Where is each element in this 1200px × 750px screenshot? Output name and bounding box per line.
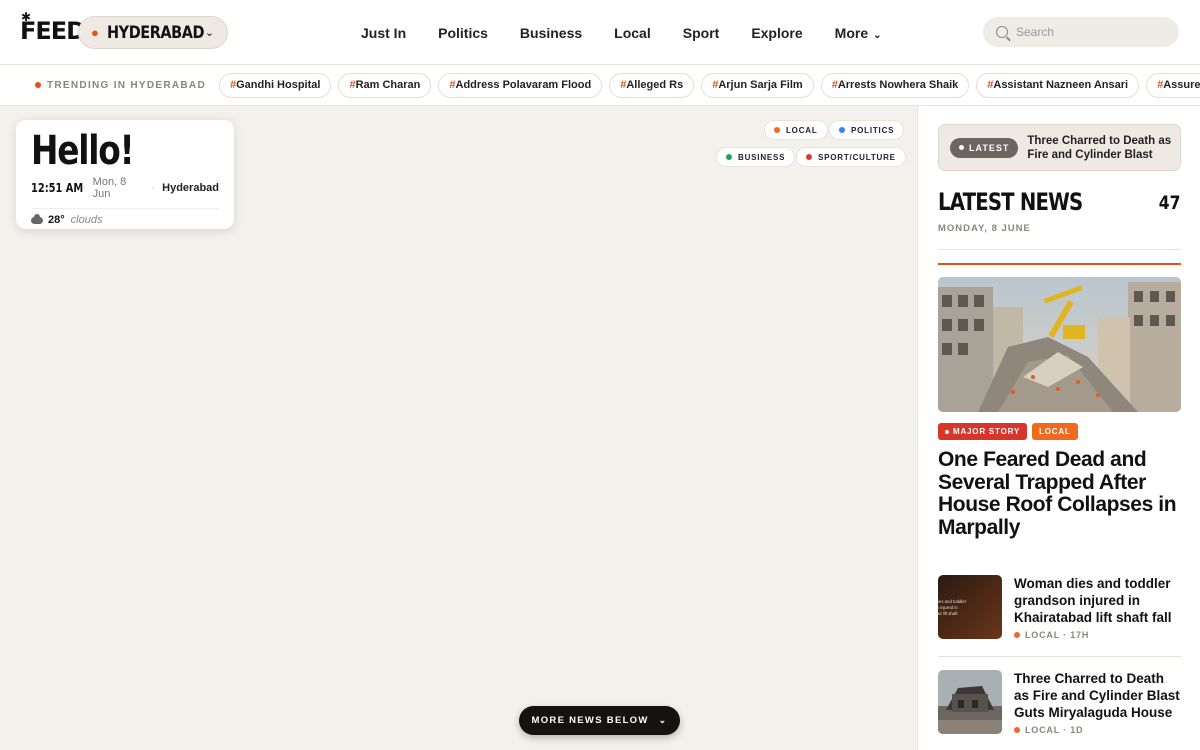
lead-story-headline[interactable]: One Feared Dead and Several Trapped Afte…: [938, 448, 1181, 539]
cloud-icon: [31, 213, 43, 224]
divider: [938, 656, 1181, 657]
more-news-label: MORE NEWS BELOW: [531, 715, 649, 726]
nav-explore[interactable]: Explore: [751, 25, 802, 41]
nav-sport[interactable]: Sport: [683, 25, 720, 41]
accent-rule: [938, 263, 1181, 265]
search-input[interactable]: [1016, 25, 1166, 39]
story-thumbnail: n dies and toddler son injured in abad l…: [938, 575, 1002, 639]
trending-bar: TRENDING IN HYDERABAD # Gandhi Hospital #…: [0, 65, 1200, 106]
legend-sport-culture[interactable]: SPORT/CULTURE: [796, 147, 906, 167]
search-box[interactable]: [983, 17, 1179, 47]
trending-tag[interactable]: # Assistant Nazneen Ansari: [976, 72, 1140, 98]
latest-badge: LATEST: [950, 137, 1019, 158]
main-nav: Just In Politics Business Local Sport Ex…: [345, 0, 898, 65]
greeting-card: Hello! 12:51 AM · Mon, 8 Jun · Hyderabad…: [16, 120, 234, 229]
category-dot-icon: [1014, 727, 1020, 733]
top-header: ✱ FEED ● HYDERABAD ⌄ Just In Politics Bu…: [0, 0, 1200, 65]
category-dot-icon: [1014, 632, 1020, 638]
latest-news-sidebar: LATEST Three Charred to Death as Fire an…: [917, 106, 1200, 750]
lead-story-badges: MAJOR STORY LOCAL: [938, 423, 1083, 440]
location-pin-icon: ●: [91, 25, 99, 40]
weather-condition: clouds: [70, 214, 103, 226]
news-list-item[interactable]: Three Charred to Death as Fire and Cylin…: [938, 670, 1181, 735]
legend-dot-icon: [806, 154, 812, 160]
badge-dot-icon: [945, 429, 949, 434]
trending-dot-icon: [35, 82, 41, 88]
major-story-badge: MAJOR STORY: [938, 423, 1028, 440]
legend-dot-icon: [774, 127, 780, 133]
weather-row: 28° clouds: [31, 213, 219, 226]
sidebar-title: LATEST NEWS: [938, 188, 1083, 216]
greeting-city: Hyderabad: [162, 182, 219, 194]
story-meta: LOCAL · 17H: [1014, 630, 1181, 640]
legend-dot-icon: [726, 154, 732, 160]
greeting-meta: 12:51 AM · Mon, 8 Jun · Hyderabad: [31, 176, 219, 209]
trending-label-text: TRENDING IN HYDERABAD: [47, 79, 206, 91]
legend-dot-icon: [839, 127, 845, 133]
story-meta: LOCAL · 1D: [1014, 725, 1181, 735]
latest-ticker-headline: Three Charred to Death as Fire and Cylin…: [1027, 134, 1172, 161]
trending-tag[interactable]: # Arjun Sarja Film: [701, 72, 814, 98]
story-title: Woman dies and toddler grandson injured …: [1014, 576, 1172, 625]
more-news-button[interactable]: MORE NEWS BELOW ⌄: [519, 706, 680, 735]
greeting-title: Hello!: [31, 128, 135, 174]
temperature: 28°: [48, 214, 65, 226]
feed-logo[interactable]: ✱ FEED: [20, 10, 86, 45]
nav-more-label: More: [834, 24, 869, 41]
search-icon: [996, 26, 1008, 38]
logo-star-icon: ✱: [21, 10, 31, 24]
chevron-down-icon: ⌄: [658, 715, 668, 725]
latest-dot-icon: [959, 145, 964, 150]
latest-ticker[interactable]: LATEST Three Charred to Death as Fire an…: [938, 124, 1181, 171]
nav-more[interactable]: More ⌄: [835, 25, 882, 41]
svg-text:abad lift shaft: abad lift shaft: [938, 611, 958, 616]
legend-business[interactable]: BUSINESS: [716, 147, 796, 167]
chevron-down-icon: ⌄: [204, 27, 215, 39]
category-badge[interactable]: LOCAL: [1032, 423, 1078, 440]
nav-business[interactable]: Business: [520, 25, 582, 41]
current-time: 12:51 AM: [31, 181, 84, 195]
trending-tag[interactable]: # Arrests Nowhera Shaik: [820, 72, 970, 98]
lead-story-image[interactable]: [938, 277, 1181, 412]
story-title: Three Charred to Death as Fire and Cylin…: [1014, 671, 1180, 720]
trending-tag[interactable]: # Alleged Rs: [609, 72, 695, 98]
news-list-item[interactable]: n dies and toddler son injured in abad l…: [938, 575, 1181, 640]
nav-politics[interactable]: Politics: [438, 25, 488, 41]
current-date: Mon, 8 Jun: [92, 176, 127, 200]
nav-local[interactable]: Local: [614, 25, 651, 41]
nav-just-in[interactable]: Just In: [361, 25, 406, 41]
legend-politics[interactable]: POLITICS: [829, 120, 905, 140]
svg-text:son injured in: son injured in: [938, 605, 958, 610]
trending-tag[interactable]: # Address Polavaram Flood: [438, 72, 603, 98]
svg-text:n dies and toddler: n dies and toddler: [938, 599, 967, 604]
story-thumbnail: [938, 670, 1002, 734]
trending-tag[interactable]: # Ram Charan: [338, 72, 432, 98]
legend-local[interactable]: LOCAL: [764, 120, 828, 140]
trending-tag[interactable]: #Assures Re: [1146, 72, 1200, 98]
location-label: HYDERABAD: [106, 22, 205, 43]
sidebar-date: MONDAY, 8 JUNE: [938, 223, 1031, 234]
trending-label: TRENDING IN HYDERABAD: [35, 80, 206, 91]
chevron-down-icon: ⌄: [873, 29, 882, 41]
news-count: 47: [1158, 192, 1180, 214]
trending-tag[interactable]: # Gandhi Hospital: [218, 72, 332, 98]
location-selector[interactable]: ● HYDERABAD ⌄: [78, 16, 228, 49]
divider: [938, 249, 1181, 250]
